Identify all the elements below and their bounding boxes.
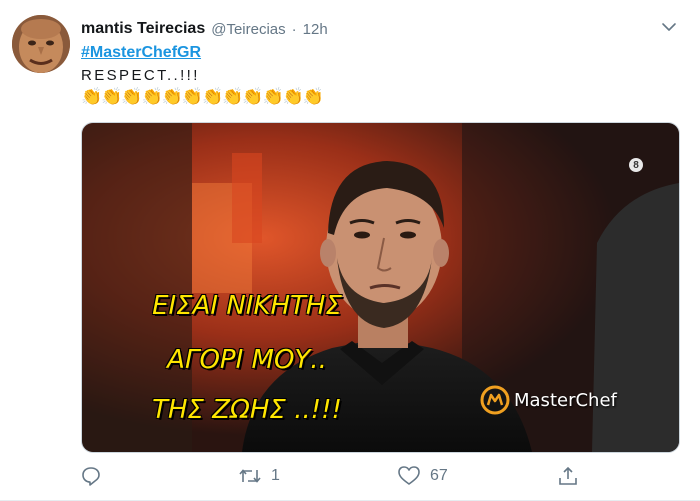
separator-dot: · (291, 20, 297, 38)
masterchef-logo: MasterChef (480, 385, 617, 415)
author-name[interactable]: mantis Teirecias (81, 20, 205, 38)
rating-badge: 8 (629, 158, 643, 172)
tweet-media-image[interactable]: 8 ΕΙΣΑΙ ΝΙΚΗΤΗΣ ΑΓΟΡΙ ΜΟΥ.. ΤΗΣ ΖΩΗΣ ..!… (81, 122, 680, 453)
chevron-down-icon (662, 23, 676, 31)
like-count: 67 (430, 467, 448, 484)
reply-button[interactable] (81, 462, 101, 490)
retweet-button[interactable]: 1 (239, 462, 280, 490)
tweet-time[interactable]: 12h (303, 21, 328, 38)
meme-line-3: ΤΗΣ ΖΩΗΣ ..!!! (152, 395, 342, 425)
tweet-header: mantis Teirecias @Teirecias · 12h (81, 18, 660, 40)
meme-line-2: ΑΓΟΡΙ ΜΟΥ.. (167, 345, 327, 375)
meme-line-1: ΕΙΣΑΙ ΝΙΚΗΤΗΣ (152, 291, 342, 321)
author-handle[interactable]: @Teirecias (211, 21, 285, 38)
avatar[interactable] (12, 15, 70, 73)
masterchef-logo-text: MasterChef (514, 389, 617, 411)
avatar-face-icon (12, 15, 70, 73)
masterchef-logo-icon (480, 385, 510, 415)
clap-emojis: 👏👏👏👏👏👏👏👏👏👏👏👏 (81, 87, 324, 106)
tweet-card: mantis Teirecias @Teirecias · 12h #Maste… (0, 0, 700, 501)
retweet-count: 1 (271, 467, 280, 484)
tweet-actions: 1 67 (81, 462, 681, 490)
tweet-text: RESPECT..!!! (81, 67, 200, 84)
retweet-icon (239, 469, 261, 483)
heart-icon (398, 466, 420, 485)
share-icon (559, 466, 577, 485)
share-button[interactable] (558, 462, 578, 490)
reply-icon (82, 467, 100, 486)
more-options-button[interactable] (658, 16, 680, 38)
hashtag-link[interactable]: #MasterChefGR (81, 44, 201, 62)
like-button[interactable]: 67 (398, 462, 448, 490)
